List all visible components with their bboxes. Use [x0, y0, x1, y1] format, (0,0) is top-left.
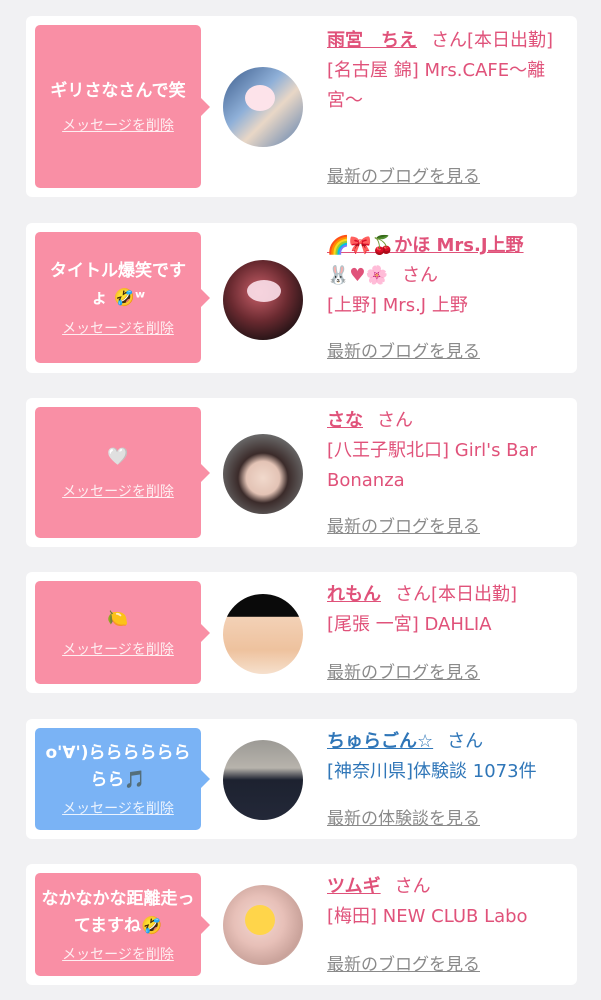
list-item: 🍋 メッセージを削除 れもん さん[本日出勤] [尾張 一宮] DAHLIA 最新…: [26, 572, 577, 693]
shop-info: [八王子駅北口] Girl's Bar Bonanza: [327, 440, 537, 491]
profile-info: れもん さん[本日出勤] [尾張 一宮] DAHLIA: [327, 580, 563, 640]
list-item: ギリさなさんで笑 メッセージを削除 雨宮 ちえ さん[本日出勤] [名古屋 錦] …: [26, 16, 577, 197]
delete-message-link[interactable]: メッセージを削除: [62, 798, 174, 818]
message-bubble: タイトル爆笑です ょ 🤣ʷ メッセージを削除: [35, 232, 210, 363]
profile-name-link[interactable]: 🌈🎀🍒かほ Mrs.J上野: [327, 235, 524, 256]
avatar[interactable]: [223, 67, 303, 147]
list-item: タイトル爆笑です ょ 🤣ʷ メッセージを削除 🌈🎀🍒かほ Mrs.J上野 🐰♥🌸…: [26, 223, 577, 373]
face-sticker-icon: [245, 85, 275, 111]
message-text: o'∀')らららららららら🎵: [45, 743, 191, 790]
heart-eyes-emoji-icon: [245, 905, 275, 935]
name-suffix: さん: [377, 410, 413, 431]
message-bubble: o'∀')らららららららら🎵 メッセージを削除: [35, 728, 210, 830]
message-bubble: ギリさなさんで笑 メッセージを削除: [35, 25, 210, 188]
shop-info: [尾張 一宮] DAHLIA: [327, 614, 492, 635]
message-text: ギリさなさんで笑: [50, 81, 186, 101]
profile-name-link[interactable]: さな: [327, 410, 363, 431]
delete-message-link[interactable]: メッセージを削除: [62, 318, 174, 338]
message-bubble: 🍋 メッセージを削除: [35, 581, 210, 684]
message-text: タイトル爆笑です ょ 🤣ʷ: [50, 260, 186, 308]
profile-name-link[interactable]: ツムギ: [327, 876, 381, 897]
message-bubble: 🤍 メッセージを削除: [35, 407, 210, 538]
profile-info: 🌈🎀🍒かほ Mrs.J上野 🐰♥🌸 さん [上野] Mrs.J 上野: [327, 231, 563, 321]
name-suffix: さん: [394, 876, 431, 897]
delete-message-link[interactable]: メッセージを削除: [62, 115, 174, 135]
shop-info: [上野] Mrs.J 上野: [327, 295, 468, 316]
blog-link[interactable]: 最新のブログを見る: [327, 512, 480, 537]
avatar[interactable]: [223, 740, 303, 820]
shop-info: [神奈川県]体験談 1073件: [327, 761, 537, 782]
name-suffix: さん[本日出勤]: [395, 584, 518, 605]
name-emoji: 🐰♥🌸: [327, 265, 388, 286]
delete-message-link[interactable]: メッセージを削除: [62, 481, 174, 501]
profile-name-link[interactable]: 雨宮 ちえ: [327, 30, 417, 51]
review-link[interactable]: 最新の体験談を見る: [327, 804, 480, 829]
profile-info: さな さん [八王子駅北口] Girl's Bar Bonanza: [327, 406, 563, 496]
list-item: なかなかな距離走ってますね🤣 メッセージを削除 ツムギ さん [梅田] NEW C…: [26, 864, 577, 985]
profile-info: ちゅらごん☆ さん [神奈川県]体験談 1073件: [327, 727, 563, 787]
avatar[interactable]: [223, 434, 303, 514]
blog-link[interactable]: 最新のブログを見る: [327, 658, 480, 683]
avatar[interactable]: [223, 260, 303, 340]
profile-name-link[interactable]: れもん: [327, 584, 381, 605]
flower-sticker-icon: [247, 280, 281, 302]
name-suffix: さん[本日出勤]: [431, 30, 554, 51]
message-bubble: なかなかな距離走ってますね🤣 メッセージを削除: [35, 873, 210, 976]
message-text: なかなかな距離走ってますね🤣: [41, 888, 195, 936]
delete-message-link[interactable]: メッセージを削除: [62, 639, 174, 659]
message-list: ギリさなさんで笑 メッセージを削除 雨宮 ちえ さん[本日出勤] [名古屋 錦] …: [0, 0, 601, 1000]
blog-link[interactable]: 最新のブログを見る: [327, 162, 480, 187]
delete-message-link[interactable]: メッセージを削除: [62, 944, 174, 964]
message-text: 🍋: [107, 609, 129, 629]
profile-info: 雨宮 ちえ さん[本日出勤] [名古屋 錦] Mrs.CAFE～離宮～: [327, 26, 563, 116]
message-text: 🤍: [107, 447, 129, 467]
name-suffix: さん: [401, 265, 438, 286]
list-item: o'∀')らららららららら🎵 メッセージを削除 ちゅらごん☆ さん [神奈川県]体…: [26, 719, 577, 839]
avatar[interactable]: [223, 594, 303, 674]
blog-link[interactable]: 最新のブログを見る: [327, 950, 480, 975]
name-suffix: さん: [447, 731, 484, 752]
profile-info: ツムギ さん [梅田] NEW CLUB Labo: [327, 872, 563, 932]
list-item: 🤍 メッセージを削除 さな さん [八王子駅北口] Girl's Bar Bona…: [26, 398, 577, 547]
shop-info: [名古屋 錦] Mrs.CAFE～離宮～: [327, 60, 546, 111]
profile-name-link[interactable]: ちゅらごん☆: [327, 731, 433, 752]
blog-link[interactable]: 最新のブログを見る: [327, 337, 480, 362]
avatar[interactable]: [223, 885, 303, 965]
shop-info: [梅田] NEW CLUB Labo: [327, 906, 528, 927]
